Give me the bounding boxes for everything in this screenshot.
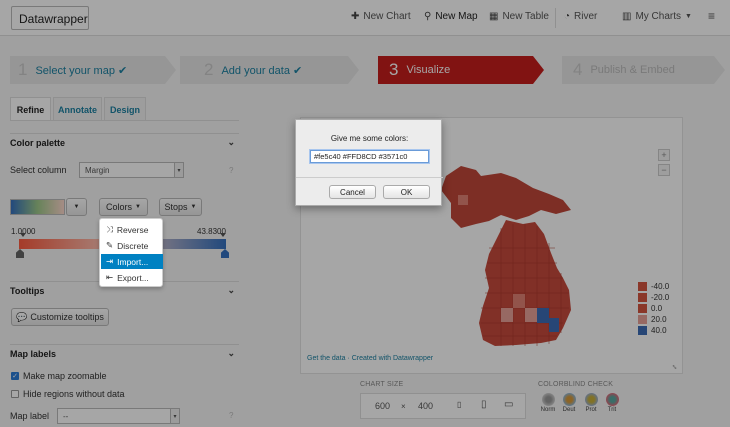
colors-input[interactable] — [310, 150, 429, 163]
menu-item-export[interactable]: ⇤ Export... — [101, 270, 163, 285]
dialog-divider — [296, 177, 443, 178]
pencil-icon: ✎ — [106, 240, 114, 250]
colors-dropdown-menu: ⤨ Reverse ✎ Discrete ⇥ Import... ⇤ Expor… — [99, 218, 163, 287]
menu-item-label: Reverse — [116, 224, 149, 235]
ok-button[interactable]: OK — [383, 185, 430, 199]
menu-item-discrete[interactable]: ✎ Discrete — [101, 238, 163, 253]
sign-out-icon: ⇤ — [106, 272, 114, 282]
color-import-dialog: Give me some colors: Cancel OK — [295, 119, 443, 206]
menu-item-import[interactable]: ⇥ Import... — [101, 254, 163, 269]
cancel-button[interactable]: Cancel — [329, 185, 376, 199]
menu-item-label: Import... — [117, 256, 149, 267]
menu-item-label: Discrete — [117, 240, 149, 251]
shuffle-icon: ⤨ — [106, 224, 113, 234]
menu-item-reverse[interactable]: ⤨ Reverse — [101, 222, 163, 237]
sign-in-icon: ⇥ — [106, 256, 114, 266]
menu-item-label: Export... — [117, 272, 149, 283]
dialog-message: Give me some colors: — [330, 134, 409, 143]
modal-overlay — [0, 0, 730, 427]
